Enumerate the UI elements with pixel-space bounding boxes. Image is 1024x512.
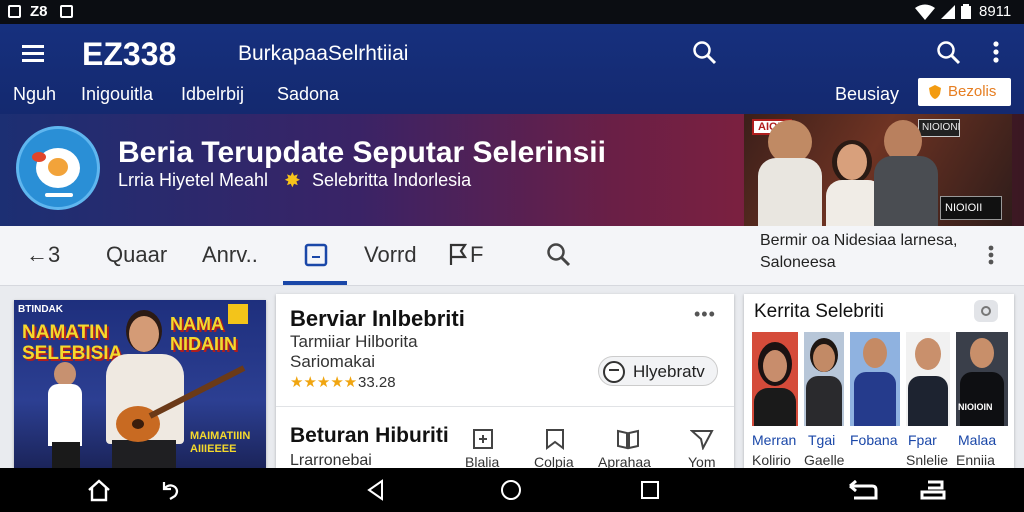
bookmark-icon[interactable] bbox=[544, 428, 566, 450]
divider bbox=[276, 406, 734, 407]
home-icon[interactable] bbox=[86, 478, 112, 502]
celebrity-name[interactable]: Merran bbox=[752, 432, 796, 448]
signal-icon bbox=[941, 5, 955, 19]
hero-photo[interactable]: AIOIO NIOIONI NIOIOII bbox=[744, 114, 1012, 226]
tab-inigouitla[interactable]: Inigouitla bbox=[81, 84, 153, 105]
poster-tag: BTINDAK bbox=[18, 304, 63, 315]
featured-poster-card[interactable]: BTINDAK NAMATIN SELEBISIA NAMA NIDAIIN M… bbox=[14, 300, 266, 468]
genre-chip-label: Hlyebratv bbox=[633, 362, 705, 381]
photo-badge: NIOIONI bbox=[918, 119, 960, 137]
celebrity-name[interactable]: Fobana bbox=[850, 432, 897, 448]
celebrity-thumb[interactable] bbox=[804, 332, 844, 426]
app-logo[interactable]: EZ338 bbox=[82, 36, 176, 73]
hero-banner: Beria Terupdate Seputar Selerinsii Lrria… bbox=[0, 114, 1024, 226]
celebrity-card-title: Kerrita Selebriti bbox=[754, 301, 884, 322]
header-link[interactable]: Beusiay bbox=[835, 84, 899, 105]
poster-bottom-text: MAIMATIIIN AIIIEEEE bbox=[190, 430, 251, 455]
app-notification-icon bbox=[60, 5, 73, 18]
more-vert-icon[interactable] bbox=[992, 40, 1000, 64]
shield-icon bbox=[929, 85, 941, 99]
news-card-meta: Sariomakai bbox=[290, 352, 376, 371]
section-title[interactable]: Beturan Hiburiti bbox=[290, 424, 449, 448]
celebrity-thumb[interactable] bbox=[850, 332, 900, 426]
search-icon[interactable] bbox=[936, 40, 962, 66]
celebrity-name[interactable]: Fpar bbox=[908, 432, 937, 448]
person-face bbox=[129, 316, 159, 352]
bowl-icon bbox=[32, 148, 80, 188]
celebrity-thumb[interactable]: NIOIOIN bbox=[956, 332, 1008, 426]
person-face bbox=[54, 362, 76, 386]
news-card-title[interactable]: Berviar Inlbebriti bbox=[290, 306, 465, 332]
news-card[interactable]: Berviar Inlbebriti ••• Tarmiiar Hilborit… bbox=[276, 294, 734, 470]
back-button[interactable]: ←3 bbox=[26, 242, 60, 268]
status-bar: Z8 8911 bbox=[0, 0, 1024, 24]
star-burst-icon: ✸ bbox=[284, 170, 301, 192]
tab-idbelrbij[interactable]: Idbelrbij bbox=[181, 84, 244, 105]
photo-caption: NIOIOII bbox=[940, 196, 1002, 220]
channel-avatar[interactable] bbox=[16, 126, 100, 210]
chat-icon bbox=[603, 361, 625, 383]
toolbar-item-vorrd[interactable]: Vorrd bbox=[364, 242, 417, 268]
content-toolbar: ←3 Quaar Anrv.. Vorrd F Bermir oa Nidesi… bbox=[0, 226, 1024, 286]
status-left-text: Z8 bbox=[30, 3, 48, 20]
person-face bbox=[837, 144, 867, 180]
home-circle-icon[interactable] bbox=[500, 479, 522, 501]
person-body bbox=[48, 384, 82, 446]
return-icon[interactable] bbox=[848, 480, 878, 500]
rating-value: 33.28 bbox=[358, 374, 396, 391]
card-menu-icon[interactable] bbox=[974, 300, 998, 322]
send-icon[interactable] bbox=[690, 428, 714, 450]
tab-nguh[interactable]: Nguh bbox=[13, 84, 56, 105]
toolbar-info-line2: Saloneesa bbox=[760, 254, 836, 271]
wifi-icon bbox=[915, 4, 935, 20]
clock-text: 8911 bbox=[979, 3, 1012, 20]
more-icon[interactable]: ••• bbox=[694, 304, 716, 325]
genre-chip[interactable]: Hlyebratv bbox=[598, 356, 718, 386]
more-vert-icon[interactable] bbox=[987, 244, 995, 266]
tab-sadona[interactable]: Sadona bbox=[277, 84, 339, 105]
menu-icon[interactable] bbox=[22, 44, 46, 64]
active-tab-indicator bbox=[283, 281, 347, 285]
celebrity-sub: Snlelie bbox=[906, 452, 949, 468]
notification-icon bbox=[8, 5, 21, 18]
subscribe-label: Bezolis bbox=[948, 83, 997, 100]
rating-stars: ★★★★★ bbox=[290, 374, 358, 391]
add-icon[interactable] bbox=[472, 428, 494, 450]
back-icon[interactable] bbox=[366, 479, 384, 501]
recents-icon[interactable] bbox=[640, 480, 660, 500]
switch-icon[interactable] bbox=[920, 478, 946, 502]
celebrity-sub: Gaelle bbox=[804, 452, 845, 468]
poster-title-right: NAMA NIDAIIN bbox=[170, 314, 237, 354]
search-icon[interactable] bbox=[546, 242, 572, 268]
undo-icon[interactable] bbox=[160, 478, 180, 502]
person-body bbox=[874, 156, 938, 226]
article-icon[interactable] bbox=[304, 243, 328, 267]
toolbar-info-line1: Bermir oa Nidesiaa larnesa, bbox=[760, 232, 958, 249]
toolbar-item-quaar[interactable]: Quaar bbox=[106, 242, 167, 268]
subscribe-button[interactable]: Bezolis bbox=[918, 78, 1011, 106]
person-body bbox=[758, 158, 822, 226]
hero-subtitle-2: Selebritta Indorlesia bbox=[312, 170, 472, 190]
book-icon[interactable] bbox=[616, 428, 640, 450]
system-nav-bar bbox=[0, 468, 1024, 512]
celebrity-thumb[interactable] bbox=[752, 332, 798, 426]
toolbar-item-anrv[interactable]: Anrv.. bbox=[202, 242, 258, 268]
celebrity-name[interactable]: Malaa bbox=[958, 432, 996, 448]
flag-icon[interactable] bbox=[448, 243, 468, 267]
person-legs bbox=[52, 442, 80, 468]
app-title: BurkapaaSelrhtiiai bbox=[238, 42, 409, 65]
celebrity-name[interactable]: Tgai bbox=[808, 432, 835, 448]
celebrity-card[interactable]: Kerrita Selebriti NIOIOIN Merran Tgai Fo… bbox=[744, 294, 1014, 468]
celebrity-thumb[interactable] bbox=[906, 332, 950, 426]
hero-title: Beria Terupdate Seputar Selerinsii bbox=[118, 136, 606, 169]
app-bar: EZ338 BurkapaaSelrhtiiai Nguh Inigouitla… bbox=[0, 24, 1024, 114]
celebrity-sub: Kolirio bbox=[752, 452, 791, 468]
news-card-subtitle: Tarmiiar Hilborita bbox=[290, 332, 418, 351]
hero-subtitle: Lrria Hiyetel Meahl bbox=[118, 170, 269, 190]
toolbar-item-f[interactable]: F bbox=[470, 242, 483, 268]
celebrity-sub: Enniia bbox=[956, 452, 995, 468]
battery-icon bbox=[961, 4, 971, 19]
search-icon[interactable] bbox=[692, 40, 718, 66]
